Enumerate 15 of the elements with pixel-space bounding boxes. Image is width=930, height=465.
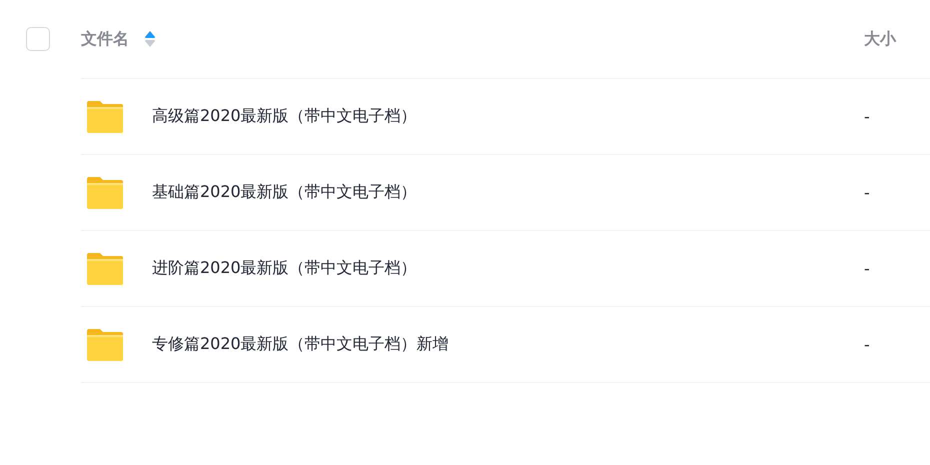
file-size: - (864, 107, 871, 126)
file-size: - (864, 183, 871, 202)
file-name[interactable]: 进阶篇2020最新版（带中文电子档） (152, 258, 864, 279)
column-header: 大小 (864, 28, 898, 50)
folder-icon (87, 176, 123, 208)
file-name[interactable]: 高级篇2020最新版（带中文电子档） (152, 106, 864, 127)
folder-icon (87, 100, 123, 132)
file-name[interactable]: 专修篇2020最新版（带中文电子档）新增 (152, 334, 864, 355)
file-size: - (864, 259, 871, 278)
select-all-checkbox[interactable] (26, 27, 50, 51)
folder-icon (87, 328, 123, 360)
file-name[interactable]: 基础篇2020最新版（带中文电子档） (152, 182, 864, 203)
folder-icon (87, 252, 123, 284)
sort-icon[interactable] (145, 30, 155, 48)
file-size: - (864, 335, 871, 354)
